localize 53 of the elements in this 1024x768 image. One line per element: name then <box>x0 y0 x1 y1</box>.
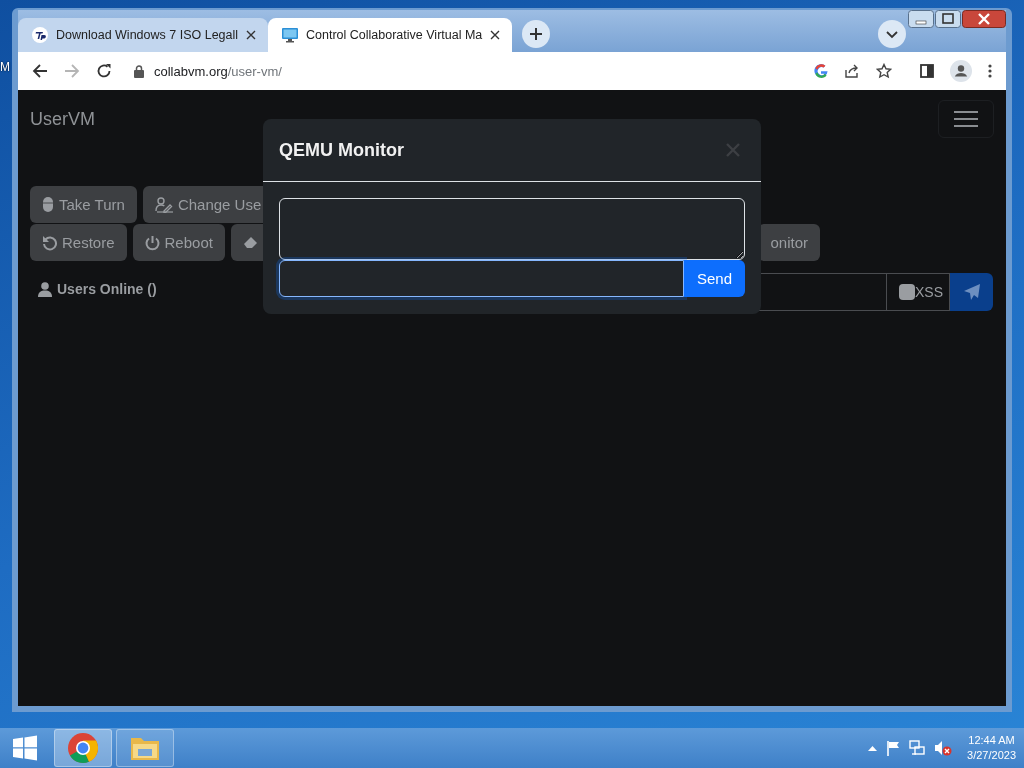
close-icon[interactable] <box>246 30 257 40</box>
close-icon[interactable] <box>490 30 501 40</box>
vm-button[interactable]: Restore <box>30 224 127 261</box>
back-arrow-icon[interactable] <box>32 63 48 79</box>
reload-icon[interactable] <box>96 63 112 79</box>
more-icon[interactable] <box>988 64 992 78</box>
user-icon <box>38 281 52 297</box>
xss-toggle[interactable]: XSS <box>886 273 950 311</box>
muted-speaker-icon[interactable] <box>934 740 953 756</box>
user-pen-icon <box>154 196 173 213</box>
minimize-icon[interactable] <box>908 10 934 28</box>
monitor-icon <box>282 27 299 43</box>
menu-icon <box>954 110 978 128</box>
flag-icon[interactable] <box>886 740 901 756</box>
undo-icon <box>42 234 57 251</box>
caret-up-icon[interactable] <box>868 745 878 751</box>
profile-icon[interactable] <box>950 60 972 82</box>
eraser-icon <box>242 234 258 251</box>
chrome-icon <box>67 732 99 764</box>
send-button[interactable]: Send <box>684 260 745 297</box>
network-icon[interactable] <box>909 740 926 756</box>
star-icon[interactable] <box>876 63 892 79</box>
g-logo-icon[interactable] <box>814 64 828 78</box>
windows-logo-icon <box>12 735 38 761</box>
sidebar-icon[interactable] <box>920 64 934 78</box>
close-icon[interactable] <box>962 10 1006 28</box>
new-tab-icon[interactable] <box>522 20 551 48</box>
desktop-icon-label: M <box>0 60 10 74</box>
vm-button[interactable]: Reboot <box>132 224 225 261</box>
lock-icon <box>134 64 144 78</box>
taskbar-app-button[interactable] <box>54 729 112 767</box>
mouse-icon <box>42 196 54 213</box>
vm-button[interactable]: onitor <box>758 224 820 261</box>
share-icon[interactable] <box>844 63 860 79</box>
site-logo-icon <box>32 27 48 43</box>
brand-link[interactable]: UserVM <box>30 108 95 130</box>
paper-plane-icon <box>962 283 981 301</box>
browser-tab[interactable]: Download Windows 7 ISO Legall <box>18 18 269 52</box>
power-icon <box>144 234 160 251</box>
send-message-button[interactable] <box>950 273 993 311</box>
vm-button[interactable]: Take Turn <box>30 186 137 223</box>
modal-title: QEMU Monitor <box>279 139 404 161</box>
menu-button[interactable] <box>938 100 994 138</box>
clock[interactable]: 12:44 AM 3/27/2023 <box>967 733 1016 763</box>
command-input-field[interactable] <box>279 260 684 297</box>
maximize-icon[interactable] <box>935 10 961 28</box>
xss-checkbox[interactable] <box>899 284 915 300</box>
output-textarea[interactable] <box>279 198 745 260</box>
chevron-down-icon[interactable] <box>878 20 906 48</box>
close-icon <box>726 143 740 157</box>
url-text: collabvm.org/user-vm/ <box>154 63 283 79</box>
users-online-heading: Users Online () <box>57 281 157 297</box>
browser-tab[interactable]: Control Collaborative Virtual Ma <box>268 18 513 52</box>
